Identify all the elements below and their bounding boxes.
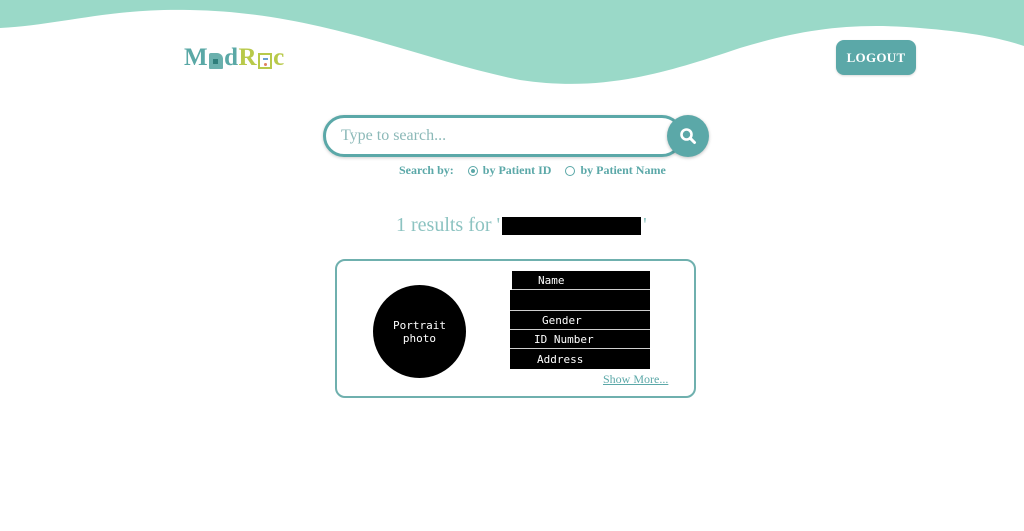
logo-text-d: d	[224, 44, 239, 71]
field-gender: Gender	[510, 311, 650, 330]
search-button[interactable]	[667, 115, 709, 157]
search-by-label: Search by:	[399, 163, 454, 177]
folder-icon	[209, 53, 224, 69]
results-count: 1 results for	[396, 214, 492, 236]
logo-text-c: c	[273, 44, 285, 71]
redacted-query	[502, 216, 642, 235]
clipboard-icon	[258, 53, 273, 69]
results-heading: 1 results for ' '	[396, 214, 647, 237]
portrait-label-line2: photo	[402, 331, 437, 345]
logo-text-r: R	[238, 44, 258, 71]
search-input[interactable]	[323, 115, 683, 157]
field-id-number: ID Number	[510, 330, 650, 349]
portrait-photo: Portrait photo	[373, 285, 466, 378]
radio-patient-id[interactable]: by Patient ID	[467, 163, 552, 178]
radio-patient-id-label: by Patient ID	[482, 163, 552, 177]
radio-patient-name[interactable]: by Patient Name	[565, 163, 666, 178]
radio-patient-name-label: by Patient Name	[580, 163, 666, 177]
radio-selected-icon[interactable]	[467, 165, 478, 176]
field-address: Address	[510, 349, 650, 369]
logo[interactable]: M d R c	[184, 44, 285, 72]
radio-unselected-icon[interactable]	[565, 165, 576, 176]
search-icon	[680, 128, 696, 144]
open-quote: '	[496, 214, 501, 236]
logo-text-m: M	[184, 44, 209, 71]
close-quote: '	[643, 214, 647, 236]
patient-fields: Name Gender ID Number Address	[510, 271, 650, 369]
logout-button[interactable]: LOGOUT	[836, 40, 916, 75]
field-blank	[510, 290, 650, 311]
search-bar	[323, 115, 709, 157]
show-more-link[interactable]: Show More...	[603, 372, 668, 387]
search-by-options: Search by: by Patient ID by Patient Name	[399, 163, 680, 178]
field-name: Name	[512, 271, 650, 290]
portrait-label-line1: Portrait	[393, 318, 446, 332]
